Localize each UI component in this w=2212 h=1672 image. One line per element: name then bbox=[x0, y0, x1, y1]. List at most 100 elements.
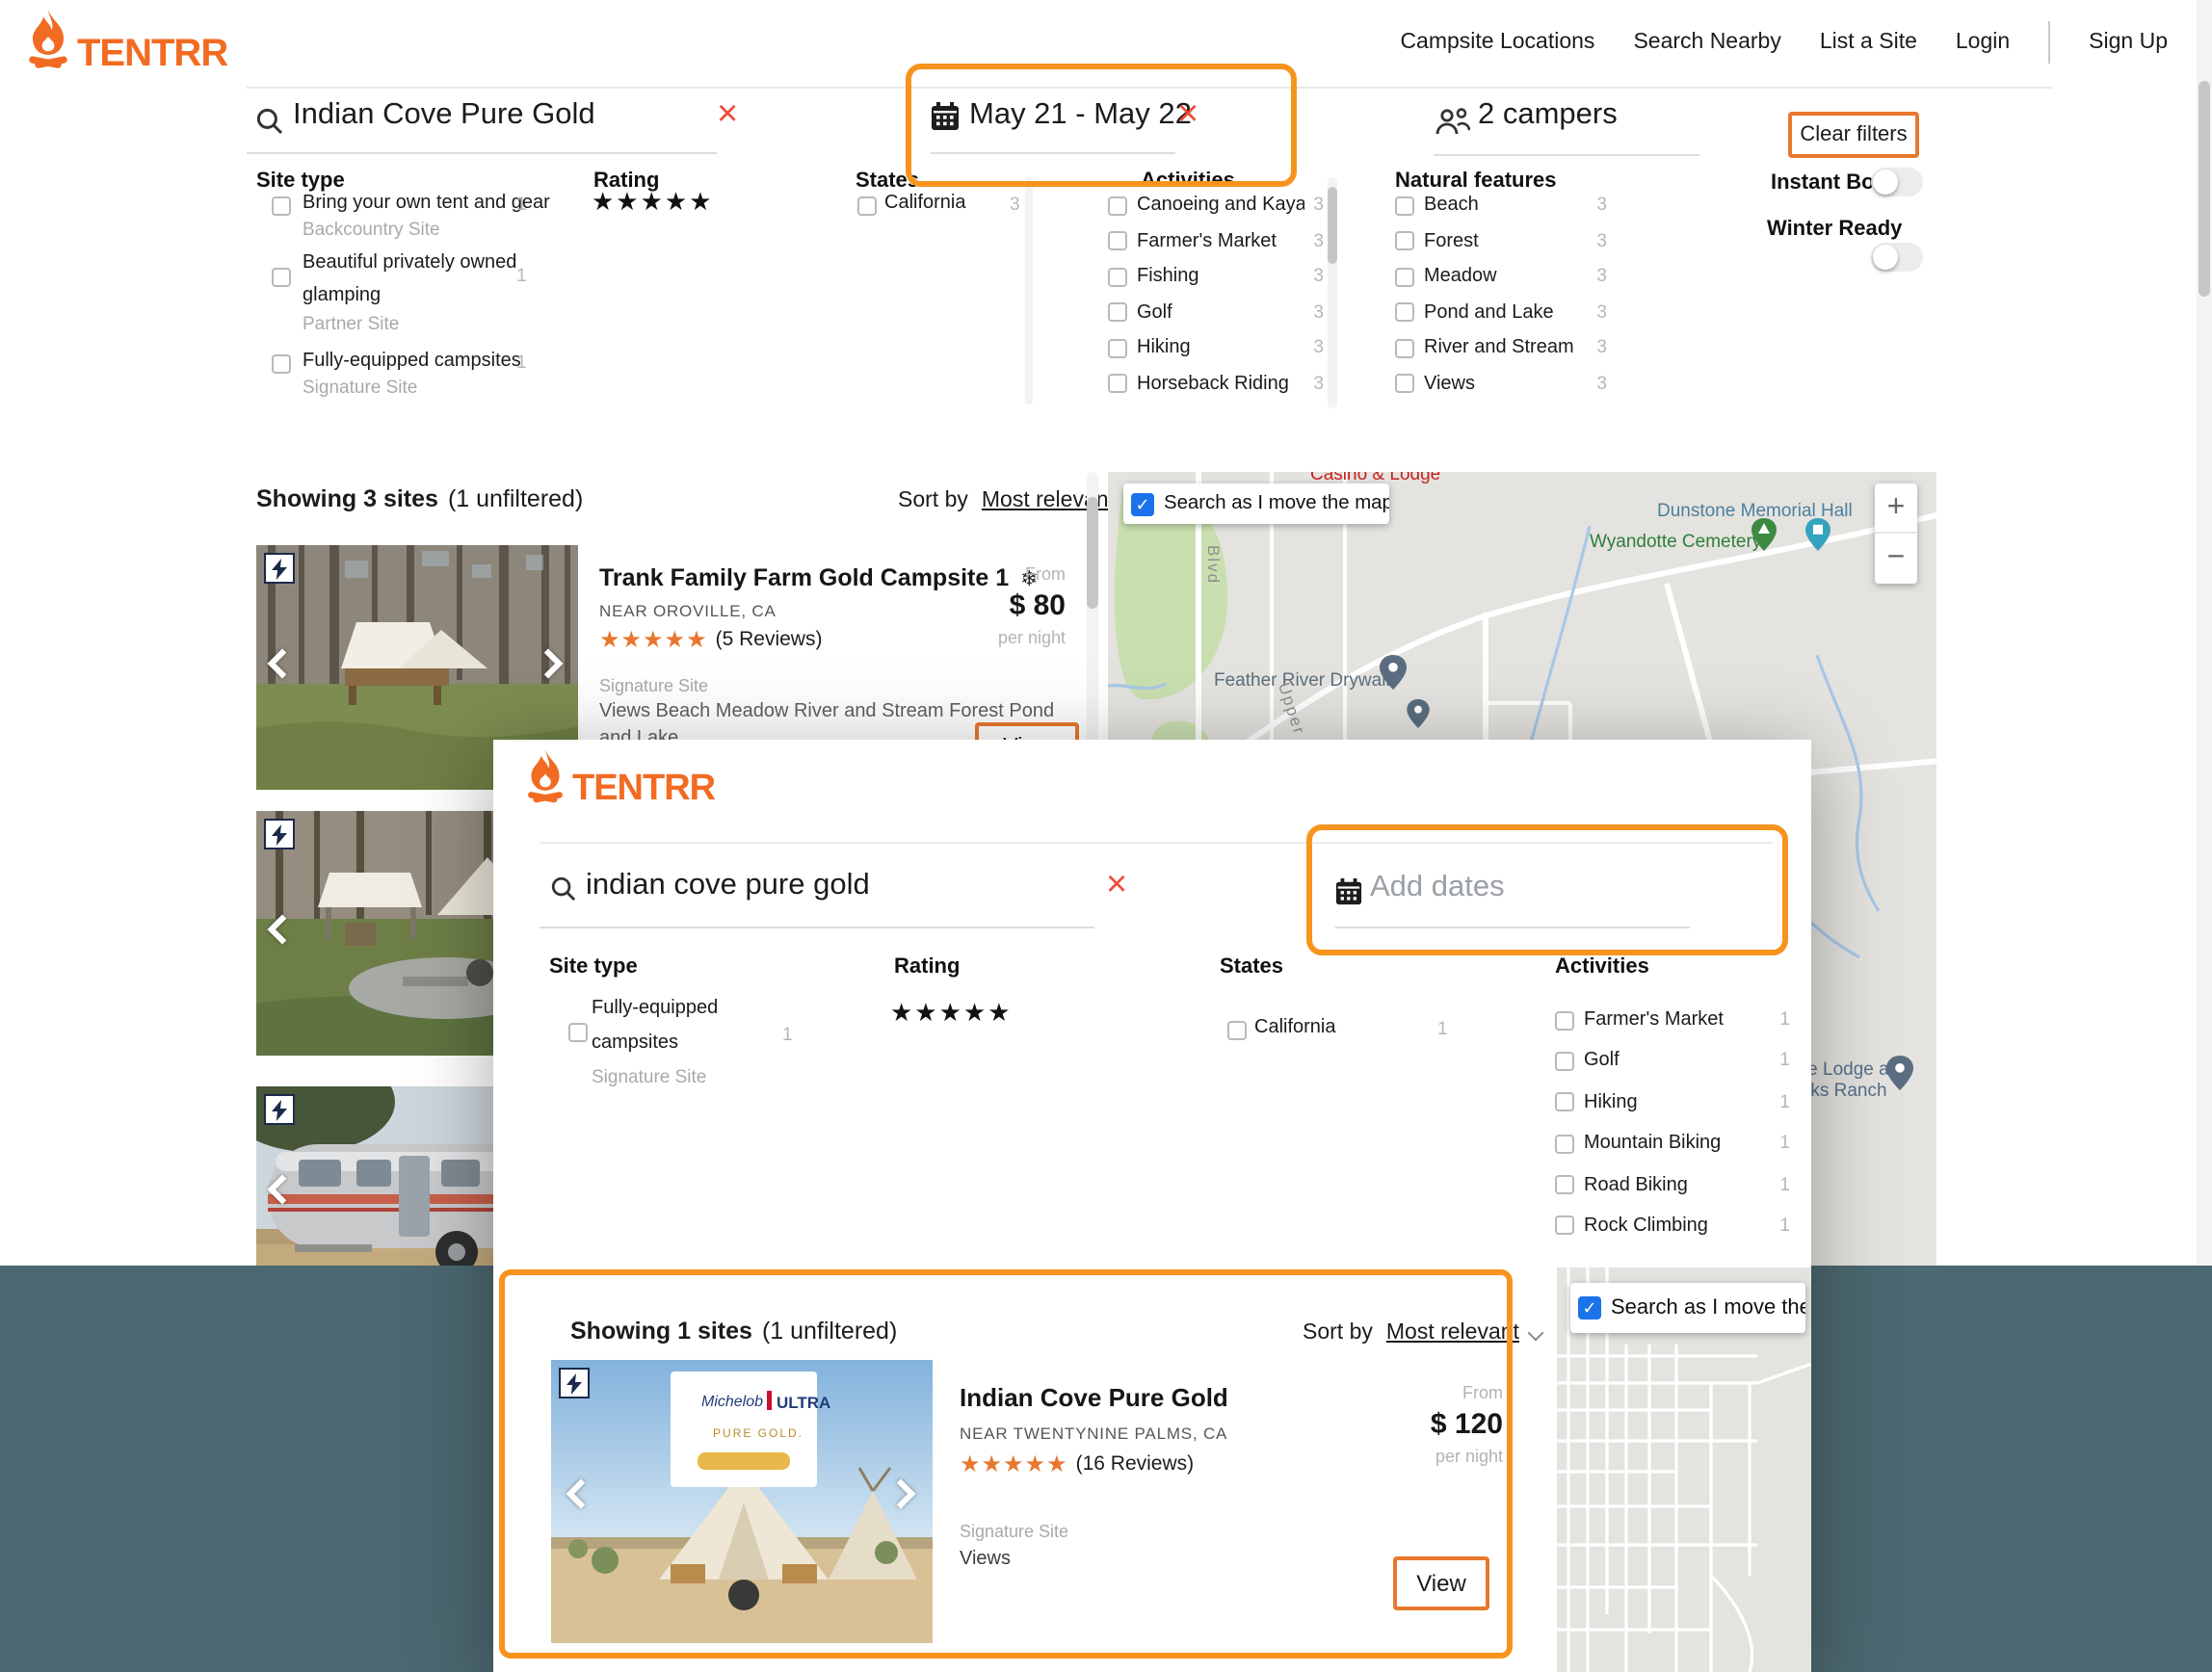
results-scrollbar-thumb[interactable] bbox=[1087, 497, 1098, 609]
activity-checkbox[interactable] bbox=[1108, 196, 1127, 215]
activity-checkbox[interactable] bbox=[1108, 375, 1127, 394]
activity-checkbox[interactable] bbox=[1555, 1010, 1574, 1030]
map-pin-secondary[interactable] bbox=[1407, 699, 1430, 728]
site-type-header: Site type bbox=[549, 955, 638, 979]
card-title[interactable]: Trank Family Farm Gold Campsite 1 bbox=[599, 564, 1009, 591]
instant-book-badge bbox=[264, 819, 295, 849]
map-pin-cemetery[interactable] bbox=[1751, 518, 1777, 551]
states-scrollbar[interactable] bbox=[1025, 177, 1033, 405]
checkbox-california[interactable] bbox=[1227, 1021, 1247, 1040]
nav-sign-up[interactable]: Sign Up bbox=[2089, 31, 2168, 54]
map-pin-lodge[interactable] bbox=[1886, 1056, 1913, 1090]
nav-campsite-locations[interactable]: Campsite Locations bbox=[1400, 31, 1594, 54]
card-title[interactable]: Indian Cove Pure Gold bbox=[960, 1383, 1228, 1412]
activity-checkbox[interactable] bbox=[1555, 1093, 1574, 1112]
checked-checkbox-icon[interactable]: ✓ bbox=[1578, 1296, 1601, 1319]
clear-search-icon[interactable]: × bbox=[1106, 867, 1127, 903]
natural-feature-count: 3 bbox=[1596, 338, 1607, 359]
checkbox-fully-equipped[interactable] bbox=[272, 354, 291, 374]
map-zoom-control: + − bbox=[1875, 483, 1917, 584]
tentrr-logo[interactable]: TENTRR bbox=[27, 10, 227, 77]
nav-list-a-site[interactable]: List a Site bbox=[1820, 31, 1917, 54]
filter-count: 1 bbox=[782, 1025, 793, 1046]
search-input[interactable]: Indian Cove Pure Gold bbox=[293, 98, 595, 133]
search-as-move-control[interactable]: ✓ Search as I move the map bbox=[1123, 483, 1389, 524]
results-unfiltered: (1 unfiltered) bbox=[448, 485, 583, 512]
checked-checkbox-icon[interactable]: ✓ bbox=[1131, 492, 1154, 515]
date-range-input[interactable]: May 21 - May 22 bbox=[969, 98, 1192, 133]
activity-count: 1 bbox=[1779, 1133, 1790, 1154]
clear-dates-icon[interactable]: × bbox=[1177, 96, 1198, 133]
winter-ready-toggle[interactable] bbox=[1871, 243, 1923, 272]
card-location: NEAR OROVILLE, CA bbox=[599, 601, 777, 620]
map-pin-hall[interactable] bbox=[1805, 518, 1830, 551]
activity-count: 1 bbox=[1779, 1051, 1790, 1072]
natural-feature-checkbox[interactable] bbox=[1395, 267, 1414, 286]
natural-feature-checkbox[interactable] bbox=[1395, 196, 1414, 215]
natural-feature-checkbox[interactable] bbox=[1395, 303, 1414, 323]
filter-label: California bbox=[1254, 1017, 1336, 1038]
card-tier: Signature Site bbox=[960, 1522, 1068, 1541]
campsite-photo[interactable]: Michelob ULTRA PURE GOLD. bbox=[551, 1360, 933, 1643]
checkbox-bring-your-own[interactable] bbox=[272, 196, 291, 216]
activity-checkbox[interactable] bbox=[1555, 1216, 1574, 1236]
price-value: $ 120 bbox=[1431, 1408, 1503, 1441]
clear-filters-button[interactable]: Clear filters bbox=[1788, 112, 1919, 158]
activity-checkbox[interactable] bbox=[1108, 231, 1127, 250]
zoom-out-button[interactable]: − bbox=[1875, 534, 1917, 582]
rating-stars-filter[interactable]: ★★★★★ bbox=[890, 998, 1013, 1029]
card-rating-row: ★★★★★ (16 Reviews) bbox=[960, 1450, 1194, 1477]
rating-stars-filter[interactable]: ★★★★★ bbox=[592, 187, 714, 218]
nav-login[interactable]: Login bbox=[1956, 31, 2010, 54]
date-range-input-placeholder[interactable]: Add dates bbox=[1370, 871, 1505, 905]
sort-dropdown[interactable]: Most relevant bbox=[1386, 1321, 1519, 1345]
card-rating-row: ★★★★★ (5 Reviews) bbox=[599, 626, 822, 653]
card-reviews[interactable]: (16 Reviews) bbox=[1076, 1452, 1195, 1476]
activity-checkbox[interactable] bbox=[1108, 267, 1127, 286]
activity-checkbox[interactable] bbox=[1555, 1134, 1574, 1153]
activity-checkbox[interactable] bbox=[1555, 1052, 1574, 1071]
natural-feature-row: Forest 3 bbox=[1395, 230, 1607, 251]
natural-feature-row: River and Stream 3 bbox=[1395, 338, 1607, 359]
activity-row: Horseback Riding 3 bbox=[1108, 374, 1324, 395]
natural-feature-checkbox[interactable] bbox=[1395, 231, 1414, 250]
natural-feature-checkbox[interactable] bbox=[1395, 339, 1414, 358]
activity-checkbox[interactable] bbox=[1555, 1175, 1574, 1194]
card-stars: ★★★★★ bbox=[599, 626, 708, 653]
nav-search-nearby[interactable]: Search Nearby bbox=[1633, 31, 1780, 54]
activity-count: 3 bbox=[1313, 374, 1324, 395]
card-reviews[interactable]: (5 Reviews) bbox=[716, 628, 823, 651]
map-pin-drywall[interactable] bbox=[1380, 655, 1407, 690]
natural-feature-label: Pond and Lake bbox=[1424, 302, 1587, 324]
rating-header: Rating bbox=[894, 955, 960, 979]
checkbox-california[interactable] bbox=[857, 196, 877, 216]
filter-sub: Signature Site bbox=[592, 1067, 706, 1088]
checkbox-fully-equipped[interactable] bbox=[568, 1023, 588, 1042]
natural-feature-label: Meadow bbox=[1424, 266, 1587, 287]
filter-sub: Signature Site bbox=[303, 378, 417, 399]
instant-book-toggle[interactable] bbox=[1871, 168, 1923, 196]
map-label-drywall: Feather River Drywall bbox=[1214, 670, 1390, 692]
activities-scrollbar-thumb[interactable] bbox=[1328, 187, 1337, 264]
page-scrollbar-thumb[interactable] bbox=[2199, 81, 2210, 297]
instant-book-badge bbox=[264, 553, 295, 584]
tentrr-logo[interactable]: TENTRR bbox=[526, 749, 715, 811]
natural-feature-checkbox[interactable] bbox=[1395, 375, 1414, 394]
map-canvas[interactable]: ✓ Search as I move the bbox=[1557, 1267, 1811, 1672]
view-button[interactable]: View bbox=[1393, 1556, 1489, 1610]
map-road-label-blvd: Blvd bbox=[1204, 545, 1224, 585]
card-tier: Signature Site bbox=[599, 676, 708, 695]
activity-count: 1 bbox=[1779, 1092, 1790, 1113]
activity-count: 3 bbox=[1313, 230, 1324, 251]
checkbox-glamping[interactable] bbox=[272, 268, 291, 287]
campers-input[interactable]: 2 campers bbox=[1478, 98, 1618, 133]
activity-checkbox[interactable] bbox=[1108, 303, 1127, 323]
top-navigation: Campsite Locations Search Nearby List a … bbox=[1400, 0, 2168, 85]
search-as-move-control[interactable]: ✓ Search as I move the bbox=[1570, 1283, 1805, 1333]
search-input[interactable]: indian cove pure gold bbox=[586, 869, 870, 903]
clear-search-icon[interactable]: × bbox=[717, 96, 738, 133]
zoom-in-button[interactable]: + bbox=[1875, 483, 1917, 532]
activity-checkbox[interactable] bbox=[1108, 339, 1127, 358]
natural-feature-label: Views bbox=[1424, 374, 1587, 395]
activity-count: 1 bbox=[1779, 1009, 1790, 1031]
